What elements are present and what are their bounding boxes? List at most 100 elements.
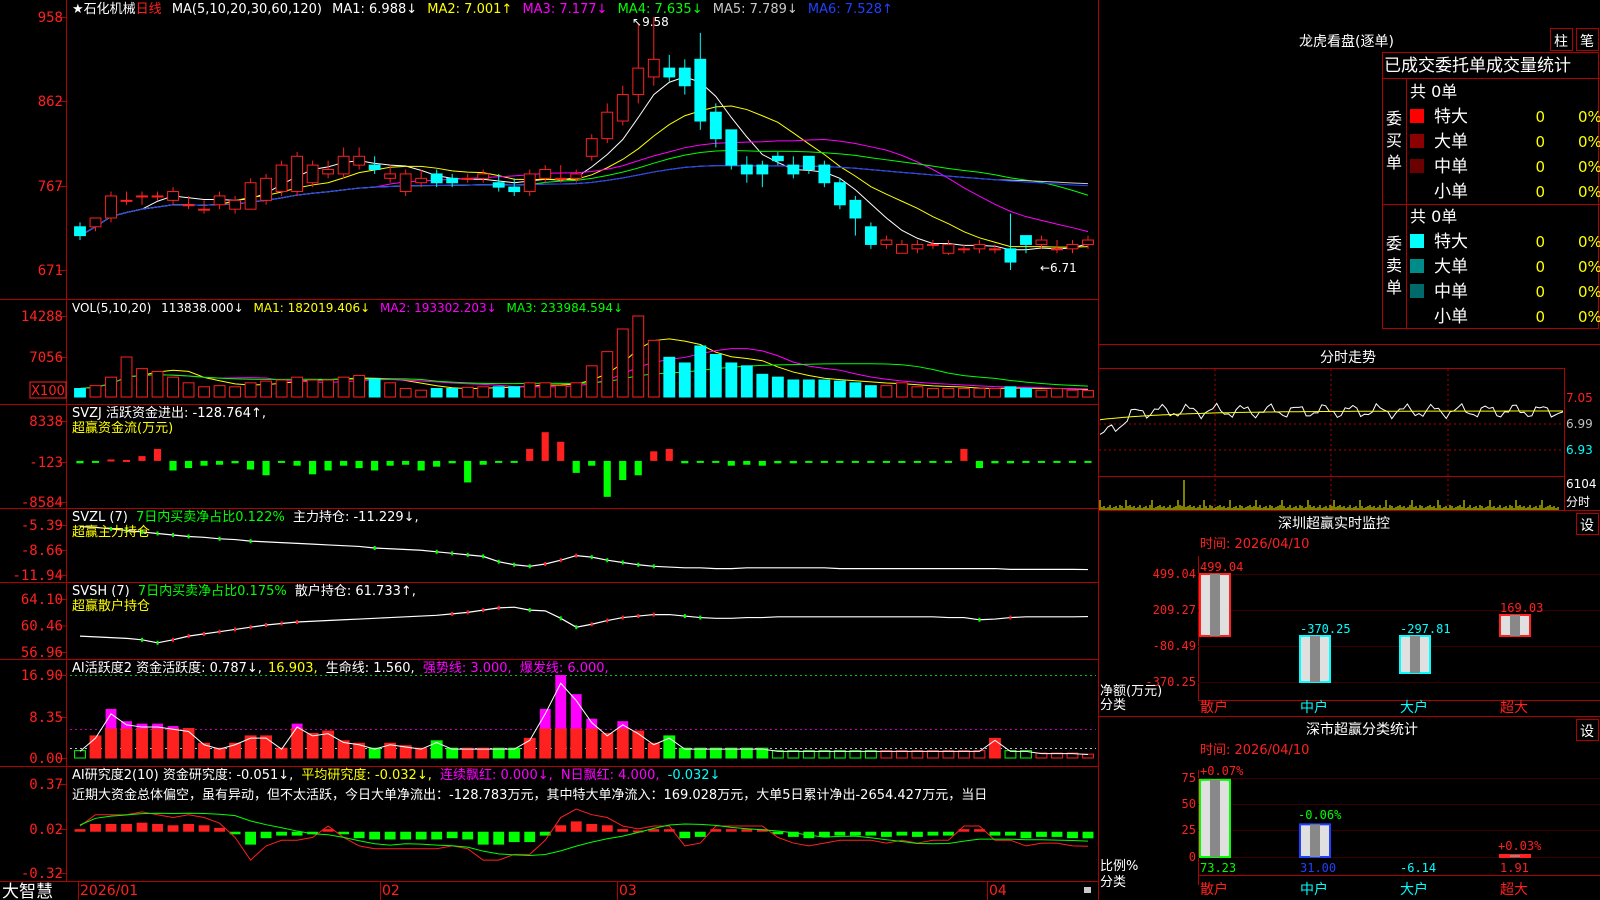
- volume-bar: [787, 379, 800, 398]
- fund-flow-bar: [774, 460, 782, 464]
- holding-change-mark: [652, 612, 655, 617]
- fund-flow-bar: [820, 460, 828, 463]
- intraday-y-low: 6.93: [1566, 443, 1593, 457]
- order-table-title: 已成交委托单成交量统计: [1384, 56, 1571, 76]
- research-bar: [989, 831, 1001, 836]
- candle-body: [74, 226, 86, 237]
- volume-bar: [477, 386, 490, 398]
- fund-flow-bar: [588, 460, 596, 466]
- holding-change-mark: [559, 558, 562, 563]
- holding-change-mark: [218, 629, 221, 634]
- monitor-category: 散户: [1200, 699, 1228, 716]
- research-bar: [1005, 831, 1016, 836]
- stat-bar-shade: [1210, 779, 1220, 857]
- stat-category: 散户: [1200, 881, 1228, 898]
- research-bar: [477, 831, 489, 845]
- volume-bar: [244, 382, 257, 398]
- y-tick-label: 0.00: [29, 751, 63, 767]
- volume-bar: [136, 368, 148, 398]
- candle-body: [756, 164, 769, 175]
- candle-body: [1051, 248, 1063, 251]
- activity-bar: [585, 728, 598, 759]
- research-bar: [384, 831, 396, 840]
- research-bar: [1067, 831, 1078, 839]
- research-bar: [1051, 831, 1063, 837]
- fund-flow-bar: [246, 460, 255, 470]
- volume-bar: [1035, 389, 1048, 398]
- volume-bar: [694, 345, 707, 398]
- ma6-value: MA6: 7.528↑: [808, 2, 893, 17]
- fund-flow-bar: [665, 448, 673, 461]
- volume-bar: [1066, 389, 1079, 398]
- candle-body: [585, 138, 598, 157]
- fund-flow-bar: [991, 460, 999, 464]
- order-count: 0: [1535, 133, 1545, 151]
- candle-body: [244, 182, 257, 210]
- y-tick-label: -5.39: [21, 518, 63, 534]
- activity-bar: [120, 728, 133, 759]
- svzj-header: SVZJ 活跃资金进出: -128.764↑,: [72, 405, 266, 421]
- candle-body: [1020, 235, 1032, 245]
- stat-y-label: 75: [1182, 771, 1196, 785]
- order-percent: 0%: [1578, 258, 1600, 276]
- research-bar: [90, 823, 101, 832]
- svzj-subtitle: 超赢资金流(万元): [72, 420, 173, 436]
- stock-name[interactable]: ★石化机械: [72, 2, 136, 17]
- logo-text: 大智慧: [2, 882, 53, 900]
- research-bar: [1082, 831, 1094, 839]
- holding-change-mark: [203, 631, 206, 636]
- svzl-subtitle: 超赢主力持仓: [72, 524, 150, 540]
- stat-bar-value: 31.00: [1300, 861, 1336, 875]
- volume-bar: [663, 356, 676, 398]
- fund-flow-bar: [526, 448, 534, 461]
- y-tick-label: 8338: [29, 414, 63, 430]
- holding-change-mark: [187, 534, 190, 539]
- research-bar: [121, 823, 132, 832]
- activity-bar: [74, 750, 86, 759]
- svzl-header: SVZL (7) 7日内买卖净占比0.122% 主力持仓: -11.229↓,: [72, 509, 419, 525]
- volume-bar: [508, 386, 521, 398]
- monitor-y-label: -80.49: [1153, 639, 1196, 653]
- volume-bar: [322, 379, 335, 398]
- ma2-value: MA2: 7.001↑: [427, 2, 512, 17]
- research-bar: [260, 831, 272, 839]
- activity-burst-bar: [539, 708, 551, 729]
- candle-body: [477, 173, 490, 179]
- fund-flow-bar: [836, 460, 844, 463]
- stat-bar-shade: [1510, 854, 1520, 857]
- monitor-title: 深圳超赢实时监控: [1278, 515, 1390, 532]
- holding-change-mark: [559, 616, 562, 621]
- monitor-y-label: 499.04: [1153, 567, 1196, 581]
- monitor-time: 时间: 2026/04/10: [1200, 537, 1309, 552]
- research-bar: [369, 831, 381, 840]
- volume-bar: [911, 386, 924, 398]
- y-tick-label: 767: [38, 179, 63, 195]
- fund-flow-bar: [882, 460, 890, 463]
- fund-flow-bar: [510, 460, 518, 463]
- research-bar: [508, 831, 520, 843]
- volume-bar: [167, 376, 179, 398]
- y-tick-label: 862: [38, 94, 63, 110]
- candle-body: [415, 177, 428, 184]
- volume-unit: X100: [31, 384, 65, 399]
- fund-flow-bar: [851, 460, 859, 463]
- volume-bar: [446, 387, 459, 398]
- holding-change-mark: [141, 637, 144, 642]
- tab-bar-label: 柱: [1554, 34, 1568, 50]
- candle-body: [275, 164, 288, 193]
- ma1-value: MA1: 6.988↓: [332, 2, 417, 17]
- volume-bar: [306, 379, 319, 398]
- intraday-vol-max: 6104: [1566, 477, 1597, 491]
- period-label[interactable]: 日线: [136, 2, 162, 17]
- lock-icon[interactable]: [1084, 887, 1091, 893]
- fund-flow-bar: [1037, 460, 1046, 463]
- fund-flow-bar: [681, 460, 689, 464]
- holding-change-mark: [621, 560, 624, 565]
- holding-change-mark: [590, 555, 593, 560]
- y-tick-label: 0.02: [29, 822, 63, 838]
- monitor-bar-value: 169.03: [1500, 601, 1543, 615]
- fund-flow-bar: [650, 451, 658, 461]
- volume-bar: [632, 315, 645, 398]
- candle-body: [554, 177, 567, 180]
- fund-flow-bar: [975, 460, 983, 469]
